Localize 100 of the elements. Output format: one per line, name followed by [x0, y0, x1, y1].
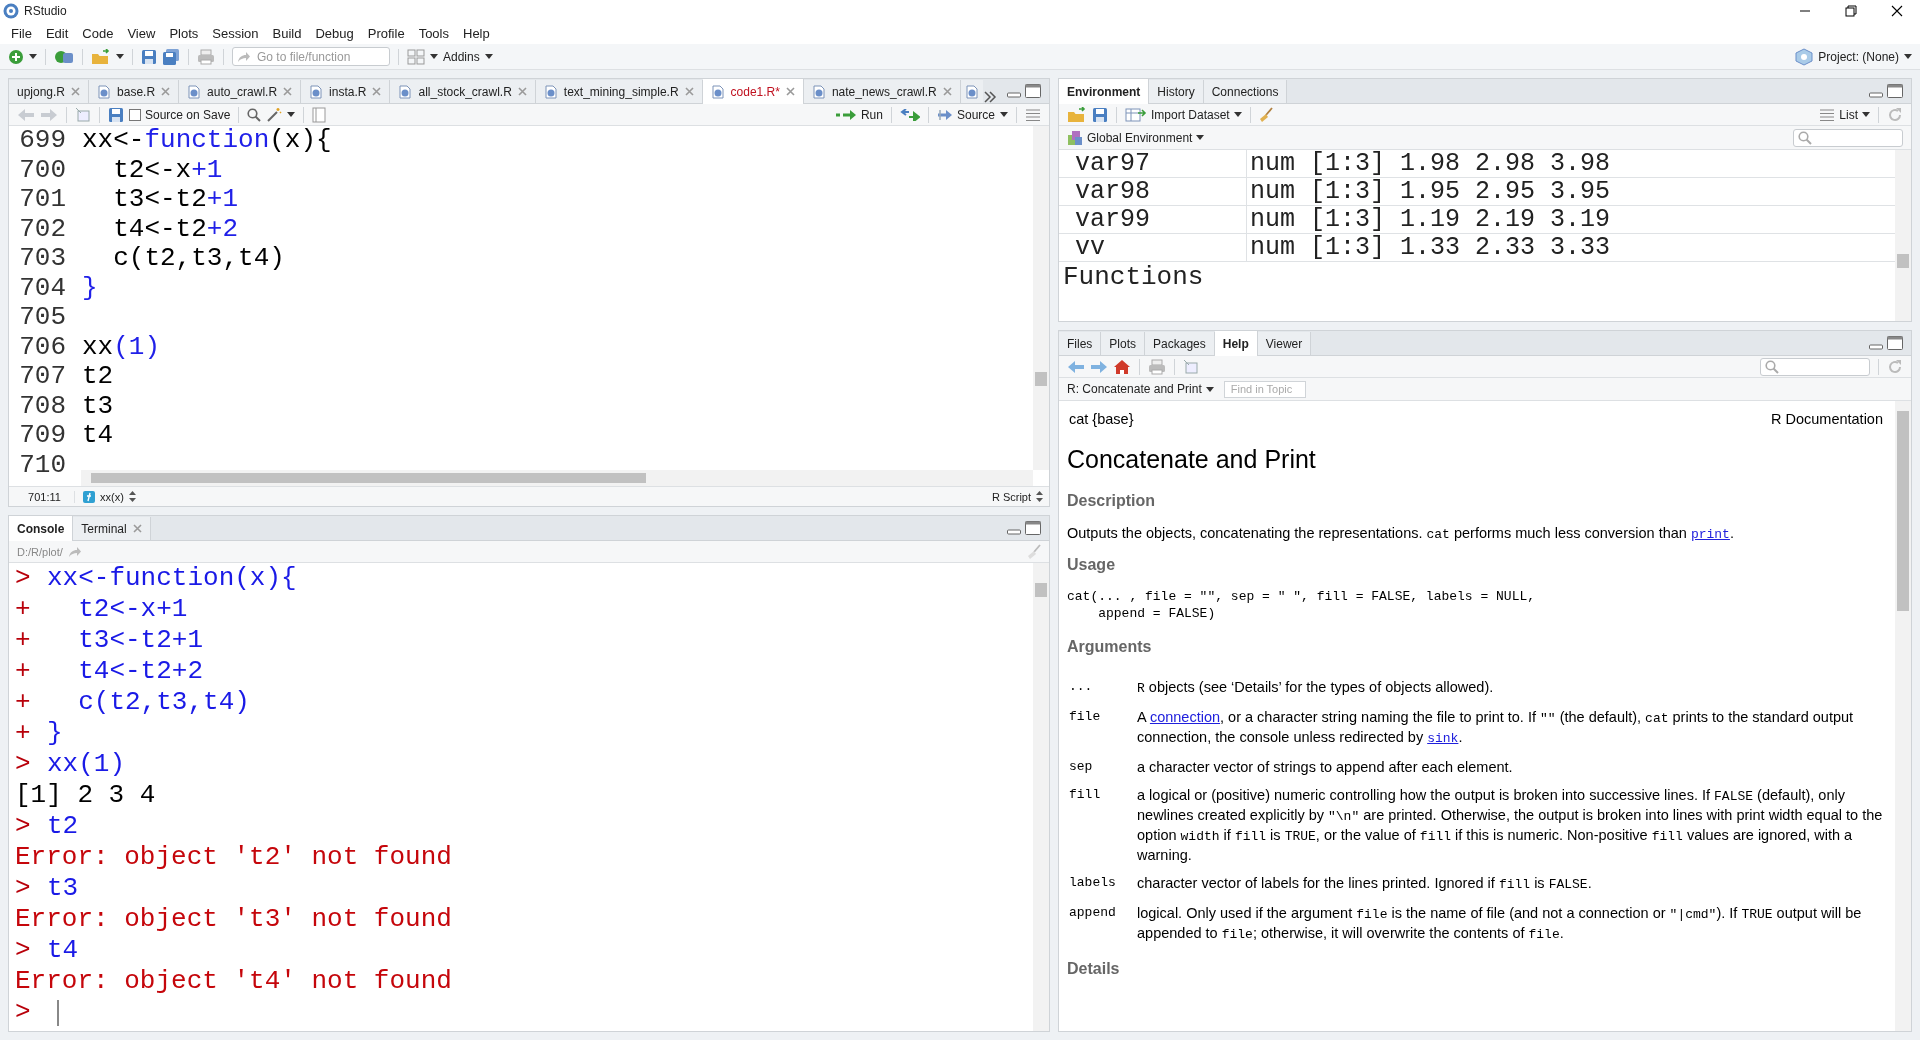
print-icon[interactable]	[1148, 358, 1166, 375]
more-tabs-icon[interactable]	[982, 91, 997, 103]
home-icon[interactable]	[1113, 358, 1131, 375]
tab[interactable]: Files	[1059, 332, 1102, 355]
refresh-icon[interactable]	[1887, 358, 1903, 375]
clear-console-icon[interactable]	[1027, 543, 1041, 560]
menu-item[interactable]: Profile	[360, 25, 412, 41]
tab[interactable]: text_mining_simple.R	[535, 80, 703, 103]
rerun-icon[interactable]	[899, 108, 920, 121]
restore-icon[interactable]	[1845, 5, 1857, 17]
caret-icon[interactable]	[1000, 112, 1008, 117]
forward-icon[interactable]	[1090, 359, 1108, 374]
tab[interactable]: History	[1149, 80, 1204, 103]
vertical-scrollbar[interactable]	[1895, 150, 1911, 321]
tab[interactable]: insta.R	[301, 80, 391, 103]
caret-icon[interactable]	[430, 54, 438, 59]
source-button[interactable]: Source	[936, 107, 995, 122]
vertical-scrollbar[interactable]	[1895, 401, 1911, 1031]
maximize-pane-icon[interactable]	[1887, 336, 1903, 350]
link[interactable]: sink	[1427, 731, 1459, 746]
topic-menu[interactable]: R: Concatenate and Print	[1067, 382, 1214, 396]
tab[interactable]: upjong.R	[9, 80, 90, 103]
refresh-icon[interactable]	[1887, 106, 1903, 123]
addins-menu[interactable]: Addins	[443, 49, 480, 64]
maximize-pane-icon[interactable]	[1025, 521, 1041, 535]
caret-icon[interactable]	[116, 54, 124, 59]
save-icon[interactable]	[141, 48, 157, 65]
caret-icon[interactable]	[29, 54, 37, 59]
show-in-window-icon[interactable]	[1183, 358, 1199, 375]
search-icon[interactable]	[247, 107, 262, 122]
scrollbar-thumb[interactable]	[1035, 583, 1047, 597]
source-on-save-checkbox[interactable]: Source on Save	[129, 107, 231, 122]
function-scope-menu[interactable]: xx(x)	[83, 490, 136, 503]
search-field[interactable]	[1760, 357, 1870, 376]
tab[interactable]: Help	[1214, 331, 1258, 356]
save-all-icon[interactable]	[162, 48, 180, 65]
outline-icon[interactable]	[1025, 108, 1041, 121]
menu-item[interactable]: View	[120, 25, 163, 41]
tab[interactable]: Console	[9, 516, 74, 541]
vertical-scrollbar[interactable]	[1033, 563, 1049, 1031]
menu-item[interactable]: Session	[205, 25, 266, 41]
goto-field[interactable]: Go to file/function	[232, 47, 390, 66]
project-menu[interactable]: Project: (None)	[1818, 49, 1899, 64]
go-to-directory-icon[interactable]	[67, 545, 82, 558]
scrollbar-thumb[interactable]	[1035, 372, 1047, 386]
link[interactable]: connection	[1149, 709, 1221, 725]
new-project-icon[interactable]	[54, 48, 74, 65]
import-dataset-button[interactable]: Import Dataset	[1125, 106, 1242, 123]
vertical-scrollbar[interactable]	[1033, 126, 1049, 470]
tab[interactable]: Packages	[1145, 332, 1215, 355]
menu-item[interactable]: Build	[265, 25, 309, 41]
menu-item[interactable]: Edit	[38, 25, 76, 41]
scrollbar-thumb[interactable]	[91, 473, 646, 483]
print-icon[interactable]	[197, 48, 215, 65]
run-button[interactable]: Run	[834, 107, 883, 122]
menu-item[interactable]: Debug	[308, 25, 361, 41]
tab[interactable]: nate_news_crawl.R	[803, 80, 961, 103]
menu-item[interactable]: Help	[456, 25, 497, 41]
tab[interactable]: base.R	[89, 80, 180, 103]
notebook-icon[interactable]	[312, 106, 327, 123]
find-in-topic-field[interactable]: Find in Topic	[1223, 380, 1306, 398]
menu-item[interactable]: Code	[75, 25, 121, 41]
tab[interactable]: Connections	[1203, 80, 1288, 103]
horizontal-scrollbar[interactable]	[81, 470, 1033, 486]
scrollbar-thumb[interactable]	[1897, 411, 1909, 611]
tab[interactable]: code1.R*	[702, 79, 804, 104]
broom-icon[interactable]	[1258, 106, 1273, 123]
close-icon[interactable]	[1891, 5, 1903, 17]
tab[interactable]: Viewer	[1257, 332, 1312, 355]
load-workspace-icon[interactable]	[1067, 106, 1087, 123]
save-icon[interactable]	[1092, 106, 1108, 123]
caret-icon[interactable]	[484, 54, 493, 59]
view-mode-menu[interactable]: List	[1819, 107, 1870, 122]
tab[interactable]: Terminal	[73, 517, 151, 540]
back-icon[interactable]	[17, 107, 35, 122]
maximize-pane-icon[interactable]	[1887, 84, 1903, 98]
menu-item[interactable]: File	[4, 25, 39, 41]
tab[interactable]: Environment	[1059, 79, 1150, 104]
caret-icon[interactable]	[287, 112, 296, 117]
file-type-menu[interactable]: R Script	[991, 490, 1043, 503]
tab[interactable]: all_stock_crawl.R	[390, 80, 536, 103]
search-field[interactable]	[1793, 128, 1903, 147]
caret-icon[interactable]	[1904, 54, 1912, 59]
open-folder-icon[interactable]	[91, 48, 111, 65]
grid-icon[interactable]	[407, 48, 425, 65]
save-icon[interactable]	[108, 106, 124, 123]
back-icon[interactable]	[1067, 359, 1085, 374]
maximize-pane-icon[interactable]	[1025, 84, 1041, 98]
show-in-window-icon[interactable]	[75, 106, 91, 123]
tab[interactable]: Plots	[1101, 332, 1146, 355]
new-file-icon[interactable]	[8, 48, 24, 65]
environment-menu[interactable]: Global Environment	[1067, 129, 1205, 146]
wand-icon[interactable]	[266, 106, 283, 123]
tab[interactable]: auto_crawl.R	[179, 80, 302, 103]
menu-item[interactable]: Tools	[411, 25, 456, 41]
scrollbar-thumb[interactable]	[1897, 254, 1909, 268]
link[interactable]: print	[1690, 527, 1730, 542]
forward-icon[interactable]	[40, 107, 58, 122]
menu-item[interactable]: Plots	[162, 25, 206, 41]
console-prompt: >	[15, 873, 32, 904]
